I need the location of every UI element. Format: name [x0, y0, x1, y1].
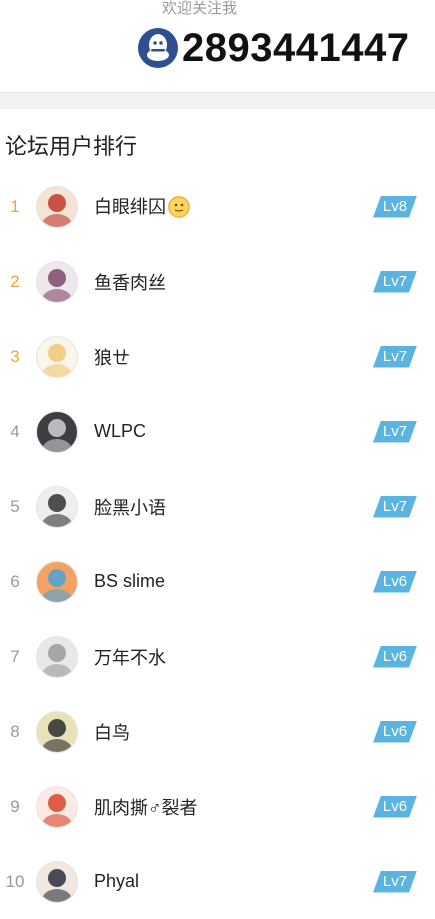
ranking-row[interactable]: 3 狼ㄝ Lv7	[0, 319, 435, 394]
username[interactable]: WLPC	[94, 421, 146, 442]
username[interactable]: 万年不水	[94, 644, 166, 670]
level-badge: Lv7	[373, 496, 417, 518]
rank-number: 4	[10, 421, 20, 441]
username-text: 狼ㄝ	[94, 347, 130, 368]
rank-number: 6	[10, 571, 20, 591]
username[interactable]: 脸黑小语	[94, 494, 166, 520]
username-text: 肌肉撕♂裂者	[94, 797, 198, 818]
level-badge: Lv8	[373, 196, 417, 218]
username-text: WLPC	[94, 421, 147, 441]
user-avatar[interactable]	[36, 860, 78, 903]
username[interactable]: 鱼香肉丝	[94, 269, 166, 295]
rank-number: 1	[10, 196, 20, 216]
section-title: 论坛用户排行	[5, 134, 138, 159]
username-text: BS slime	[94, 571, 166, 591]
ranking-list: 1 白眼绯囚 Lv8 2 鱼香肉丝 Lv7 3 狼ㄝ Lv7 4 WLPC Lv7 5 脸黑小语 Lv7 6 B…	[0, 169, 435, 919]
smiley-emoji-icon	[168, 195, 190, 218]
qq-contact[interactable]: 2893441447	[138, 24, 409, 72]
username[interactable]: 白眼绯囚	[94, 193, 190, 219]
rank-number: 2	[10, 271, 20, 291]
rank-number: 3	[10, 346, 20, 366]
qq-number: 2893441447	[182, 25, 410, 70]
level-badge: Lv7	[373, 421, 417, 443]
username[interactable]: 狼ㄝ	[94, 344, 130, 370]
section-divider	[0, 92, 435, 109]
username-text: Phyal	[94, 871, 140, 891]
user-avatar[interactable]	[36, 785, 78, 828]
username-text: 脸黑小语	[94, 497, 166, 518]
ranking-row[interactable]: 1 白眼绯囚 Lv8	[0, 169, 435, 244]
level-badge: Lv6	[373, 571, 417, 593]
user-avatar[interactable]	[36, 710, 78, 753]
user-avatar[interactable]	[36, 335, 78, 378]
username-text: 白眼绯囚	[94, 197, 166, 218]
level-badge: Lv6	[373, 796, 417, 818]
ranking-row[interactable]: 6 BS slime Lv6	[0, 544, 435, 619]
user-avatar[interactable]	[36, 410, 78, 453]
user-avatar[interactable]	[36, 185, 78, 228]
level-badge: Lv7	[373, 346, 417, 368]
level-badge: Lv7	[373, 871, 417, 893]
username[interactable]: 肌肉撕♂裂者	[94, 794, 198, 820]
qq-penguin-icon	[138, 28, 178, 68]
rank-number: 5	[10, 496, 20, 516]
username-text: 白鸟	[94, 722, 130, 743]
rank-number: 9	[10, 796, 20, 816]
user-avatar[interactable]	[36, 260, 78, 303]
follow-header: 欢迎关注我 2893441447	[0, 0, 435, 92]
rank-number: 8	[10, 721, 20, 741]
ranking-row[interactable]: 2 鱼香肉丝 Lv7	[0, 244, 435, 319]
user-avatar[interactable]	[36, 485, 78, 528]
ranking-row[interactable]: 7 万年不水 Lv6	[0, 619, 435, 694]
username-text: 鱼香肉丝	[94, 272, 166, 293]
user-avatar[interactable]	[36, 560, 78, 603]
ranking-row[interactable]: 4 WLPC Lv7	[0, 394, 435, 469]
level-badge: Lv7	[373, 271, 417, 293]
level-badge: Lv6	[373, 646, 417, 668]
ranking-row[interactable]: 8 白鸟 Lv6	[0, 694, 435, 769]
ranking-row[interactable]: 10 Phyal Lv7	[0, 844, 435, 919]
level-badge: Lv6	[373, 721, 417, 743]
user-avatar[interactable]	[36, 635, 78, 678]
rank-number: 7	[10, 646, 20, 666]
ranking-row[interactable]: 9 肌肉撕♂裂者 Lv6	[0, 769, 435, 844]
rank-number: 10	[5, 871, 25, 891]
follow-caption: 欢迎关注我	[162, 0, 238, 17]
ranking-row[interactable]: 5 脸黑小语 Lv7	[0, 469, 435, 544]
username[interactable]: BS slime	[94, 571, 165, 592]
username[interactable]: 白鸟	[94, 719, 130, 745]
username[interactable]: Phyal	[94, 871, 139, 892]
username-text: 万年不水	[94, 647, 166, 668]
